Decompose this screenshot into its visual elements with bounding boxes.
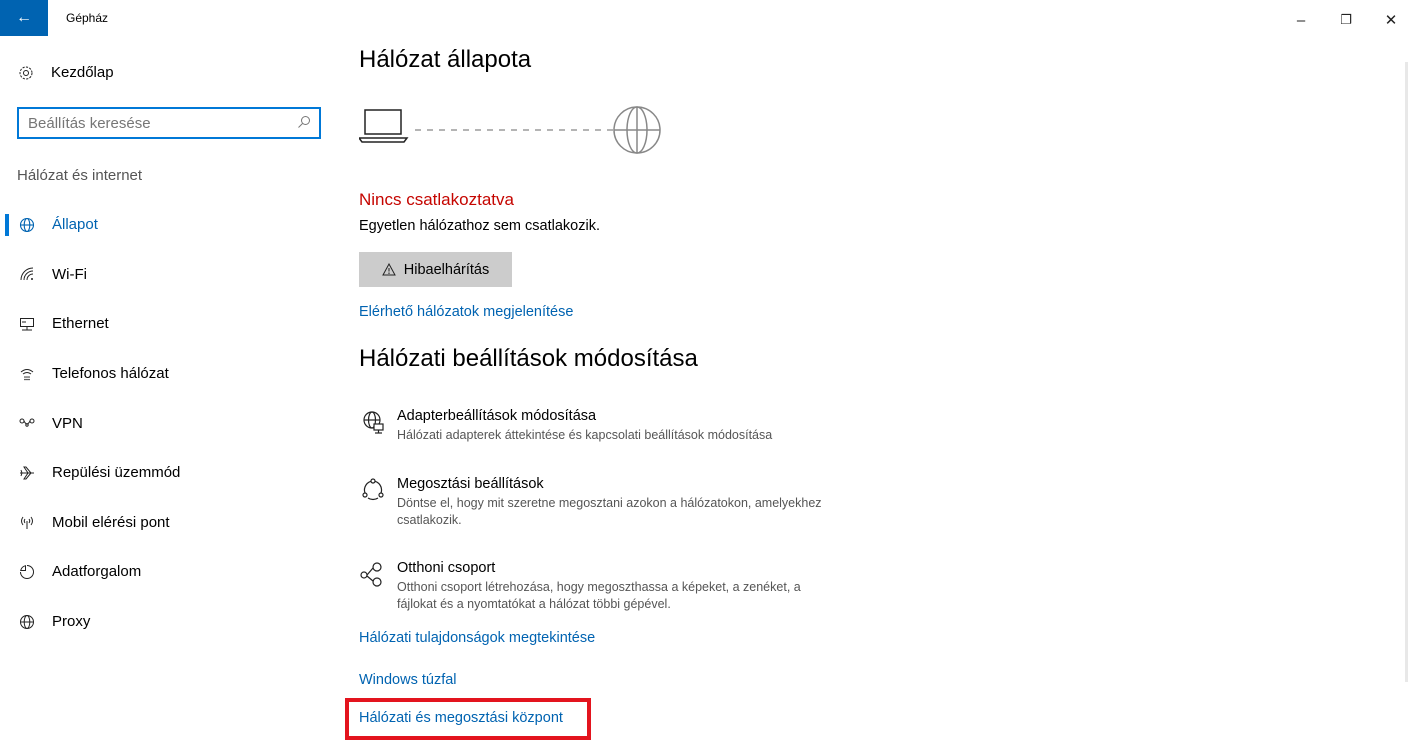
adapter-icon: [363, 411, 384, 434]
homegroup-icon: [360, 562, 382, 587]
homegroup-option[interactable]: Otthoni csoport Otthoni csoport létrehoz…: [359, 560, 839, 613]
troubleshoot-label: Hibaelhárítás: [403, 261, 490, 278]
change-settings-heading: Hálózati beállítások módosítása: [359, 345, 698, 372]
option-title: Otthoni csoport: [397, 560, 496, 576]
search-icon[interactable]: [297, 115, 311, 129]
search-input[interactable]: [28, 114, 278, 132]
sidebar-item-label: Ethernet: [52, 315, 109, 333]
network-properties-link[interactable]: Hálózati tulajdonságok megtekintése: [359, 630, 595, 646]
option-desc: Döntse el, hogy mit szeretne megosztani …: [397, 496, 822, 527]
search-box: [17, 107, 321, 139]
sidebar-item-label: Wi-Fi: [52, 265, 87, 283]
app-title: Gépház: [66, 11, 109, 25]
sidebar-item-label: Repülési üzemmód: [52, 464, 181, 482]
wifi-icon: [20, 267, 34, 281]
connection-status-title: Nincs csatlakoztatva: [359, 190, 514, 209]
internet-globe-icon: [613, 106, 661, 154]
sidebar-item-hotspot[interactable]: Mobil elérési pont: [0, 498, 340, 548]
data-usage-icon: [20, 564, 34, 579]
windows-firewall-link[interactable]: Windows túzfal: [359, 672, 457, 688]
highlight-box: [345, 698, 591, 740]
sidebar-item-label: Telefonos hálózat: [52, 365, 169, 383]
airplane-icon: [20, 466, 34, 480]
sidebar-item-ethernet[interactable]: Ethernet: [0, 299, 340, 349]
restore-icon: ❐: [1340, 12, 1352, 27]
active-indicator: [5, 214, 9, 236]
sidebar-item-label: Mobil elérési pont: [52, 513, 170, 531]
sidebar-nav: Állapot Wi-Fi Ethernet Telefonos hálózat…: [0, 200, 340, 646]
sidebar-item-proxy[interactable]: Proxy: [0, 597, 340, 647]
sidebar-item-dialup[interactable]: Telefonos hálózat: [0, 349, 340, 399]
sidebar-item-label: Proxy: [52, 613, 91, 631]
sidebar-item-label: VPN: [52, 414, 83, 432]
dialup-icon: [20, 368, 34, 380]
minimize-button[interactable]: –: [1278, 6, 1324, 34]
vpn-icon: [19, 418, 35, 427]
minimize-icon: –: [1296, 11, 1306, 29]
page-title: Hálózat állapota: [359, 46, 532, 73]
sidebar-item-data-usage[interactable]: Adatforgalom: [0, 547, 340, 597]
option-desc: Otthoni csoport létrehozása, hogy megosz…: [397, 580, 801, 611]
restore-button[interactable]: ❐: [1323, 6, 1369, 34]
network-status-diagram: [359, 106, 661, 154]
option-title: Adapterbeállítások módosítása: [397, 408, 597, 424]
home-label: Kezdőlap: [51, 64, 114, 81]
show-available-networks-link[interactable]: Elérhető hálózatok megjelenítése: [359, 304, 573, 320]
troubleshoot-button[interactable]: Hibaelhárítás: [359, 252, 512, 287]
sidebar-item-label: Állapot: [52, 216, 98, 234]
section-label: Hálózat és internet: [17, 167, 143, 184]
laptop-icon: [359, 109, 409, 143]
hotspot-icon: [21, 517, 33, 530]
close-button[interactable]: ✕: [1368, 6, 1414, 34]
sidebar-item-status[interactable]: Állapot: [0, 200, 340, 250]
adapter-settings-option[interactable]: Adapterbeállítások módosítása Hálózati a…: [359, 408, 839, 444]
sidebar-item-label: Adatforgalom: [52, 563, 142, 581]
globe-status-icon: [19, 217, 35, 232]
sidebar-item-airplane[interactable]: Repülési üzemmód: [0, 448, 340, 498]
title-bar: ← Gépház – ❐ ✕: [0, 0, 1416, 40]
back-arrow-icon: ←: [16, 9, 32, 26]
sidebar-item-wifi[interactable]: Wi-Fi: [0, 250, 340, 300]
close-icon: ✕: [1384, 12, 1398, 29]
ethernet-icon: [20, 317, 34, 331]
sharing-settings-option[interactable]: Megosztási beállítások Döntse el, hogy m…: [359, 476, 839, 529]
sharing-icon: [362, 478, 384, 501]
back-button[interactable]: ←: [0, 0, 48, 36]
warning-icon: [381, 263, 396, 276]
connection-status-desc: Egyetlen hálózathoz sem csatlakozik.: [359, 218, 600, 234]
scrollbar[interactable]: [1405, 62, 1408, 682]
option-title: Megosztási beállítások: [397, 476, 544, 492]
gear-icon: [19, 66, 33, 79]
sidebar-item-vpn[interactable]: VPN: [0, 398, 340, 448]
option-desc: Hálózati adapterek áttekintése és kapcso…: [397, 428, 773, 442]
home-link[interactable]: Kezdőlap: [18, 64, 114, 81]
globe-icon: [20, 614, 34, 629]
sidebar: Kezdőlap Hálózat és internet Állapot Wi-…: [0, 40, 340, 749]
